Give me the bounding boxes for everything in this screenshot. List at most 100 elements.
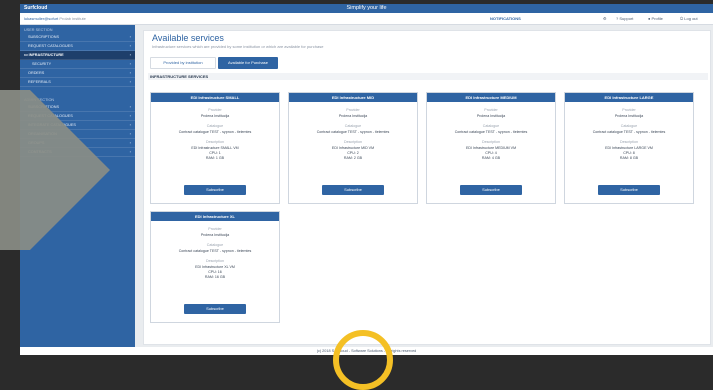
chevron-right-icon: › [129, 43, 131, 48]
subscribe-button[interactable]: Subscribe [598, 185, 660, 195]
chevron-right-icon: › [129, 122, 131, 127]
provider-value: Prolena Institucija [200, 233, 230, 237]
provider-label: Provider [208, 108, 222, 112]
support-label: Support [619, 16, 634, 21]
sidebar-item-label: REQUEST CATALOGUES [28, 44, 73, 48]
provider-value: Prolena Institucija [614, 114, 644, 118]
logout-label: Log out [684, 16, 698, 21]
tab-provided-by-institution[interactable]: Provided by institution [150, 57, 216, 69]
description-line: EDI Infrastructure SMALL VM [191, 146, 239, 150]
description-line: EDI Infrastructure MEDIUM VM [465, 146, 517, 150]
card-title: EDI Infrastructure MID [289, 93, 417, 102]
description-line: EDI Infrastructure XL VM [195, 265, 235, 269]
description-label: Description [206, 259, 224, 263]
subscribe-button[interactable]: Subscribe [184, 185, 246, 195]
subscribe-button[interactable]: Subscribe [460, 185, 522, 195]
description-line: CPU: 16 [208, 270, 222, 274]
sidebar-item-label: INFRASTRUCTURE [28, 53, 64, 57]
card-title: EDI Infrastructure MEDIUM [427, 93, 555, 102]
chevron-right-icon: › [129, 34, 131, 39]
highlight-circle [333, 330, 393, 390]
sidebar-item-request-catalogues[interactable]: REQUEST CATALOGUES › [20, 42, 135, 51]
catalogue-value: Contract catalogue TEST - sypnon - tiele… [178, 249, 252, 253]
chevron-right-icon: › [129, 79, 131, 84]
support-icon: ? [616, 16, 619, 21]
service-card: EDI Infrastructure MEDIUM Provider Prole… [426, 92, 556, 204]
chevron-right-icon: › [129, 61, 131, 66]
provider-label: Provider [346, 108, 360, 112]
description-line: CPU: 4 [485, 151, 497, 155]
sidebar-item-label: SUBSCRIPTIONS [28, 35, 60, 39]
profile-label: Profile [651, 16, 663, 21]
page-subtitle: Infrastructure services which are provid… [152, 44, 324, 49]
catalogue-label: Catalogue [206, 243, 224, 247]
catalogue-value: Contract catalogue TEST - sypnon - tiele… [592, 130, 666, 134]
sidebar-item-label: REFERRALS [28, 80, 51, 84]
description-label: Description [482, 140, 500, 144]
service-card: EDI Infrastructure SMALL Provider Prolen… [150, 92, 280, 204]
sidebar-item-infrastructure[interactable]: ▭ INFRASTRUCTURE › [20, 51, 135, 60]
card-title: EDI Infrastructure XL [151, 212, 279, 221]
main-panel: Available services Infrastructure servic… [143, 30, 711, 345]
description-line: RAM: 4 GB [481, 156, 501, 160]
description-line: RAM: 8 GB [619, 156, 639, 160]
chevron-right-icon: › [129, 104, 131, 109]
card-title: EDI Infrastructure LARGE [565, 93, 693, 102]
section-header: INFRASTRUCTURE SERVICES [148, 73, 708, 80]
description-label: Description [206, 140, 224, 144]
sidebar-item-label: ORDERS [28, 71, 45, 75]
tab-available-for-purchase[interactable]: Available for Purchase [218, 57, 278, 69]
provider-value: Prolena Institucija [476, 114, 506, 118]
catalogue-label: Catalogue [344, 124, 362, 128]
description-line: RAM: 16 GB [204, 275, 226, 279]
description-line: CPU: 8 [623, 151, 635, 155]
service-card: EDI Infrastructure LARGE Provider Prolen… [564, 92, 694, 204]
tagline: Simplify your life [346, 5, 387, 11]
provider-value: Prolena Institucija [338, 114, 368, 118]
service-card: EDI Infrastructure XL Provider Prolena I… [150, 211, 280, 323]
catalogue-value: Contract catalogue TEST - sypnon - tiele… [316, 130, 390, 134]
sidebar-item-security[interactable]: SECURITY › [20, 60, 135, 69]
description-line: RAM: 1 GB [205, 156, 225, 160]
profile-link[interactable]: ● Profile [648, 16, 663, 21]
chevron-right-icon: › [129, 52, 131, 57]
subscribe-button[interactable]: Subscribe [184, 304, 246, 314]
user-icon: ● [648, 16, 651, 21]
description-line: RAM: 2 GB [343, 156, 363, 160]
sidebar-item-orders[interactable]: ORDERS › [20, 69, 135, 78]
notifications-link[interactable]: NOTIFICATIONS [490, 16, 521, 21]
logout-icon: ⏻ [680, 16, 684, 21]
support-link[interactable]: ? Support [616, 16, 633, 21]
subscribe-button[interactable]: Subscribe [322, 185, 384, 195]
user-org: Prolab institute [59, 16, 86, 21]
chevron-right-icon: › [129, 70, 131, 75]
user-section-title: USER SECTION [24, 28, 53, 32]
provider-value: Prolena Institucija [200, 114, 230, 118]
description-line: CPU: 1 [209, 151, 221, 155]
service-card: EDI Infrastructure MID Provider Prolena … [288, 92, 418, 204]
chevron-right-icon: › [129, 131, 131, 136]
sidebar-item-referrals[interactable]: REFERRALS › [20, 78, 135, 87]
page-title: Available services [152, 33, 224, 43]
provider-label: Provider [208, 227, 222, 231]
provider-label: Provider [484, 108, 498, 112]
logout-link[interactable]: ⏻ Log out [680, 16, 698, 21]
chevron-right-icon: › [129, 149, 131, 154]
header: lukasmuller@sofurt Prolab institute NOTI… [20, 13, 713, 25]
server-icon: ▭ [24, 53, 28, 57]
card-title: EDI Infrastructure SMALL [151, 93, 279, 102]
settings-icon[interactable]: ⚙ [603, 16, 607, 21]
description-label: Description [620, 140, 638, 144]
catalogue-label: Catalogue [482, 124, 500, 128]
sidebar-item-subscriptions[interactable]: SUBSCRIPTIONS › [20, 33, 135, 42]
app-window: Surfcloud Simplify your life lukasmuller… [20, 4, 713, 355]
provider-label: Provider [622, 108, 636, 112]
description-label: Description [344, 140, 362, 144]
sidebar-item-label: SECURITY [32, 62, 52, 66]
chevron-overlay-shape [0, 90, 110, 250]
chevron-right-icon: › [129, 140, 131, 145]
user-info[interactable]: lukasmuller@sofurt Prolab institute [24, 16, 86, 21]
user-email: lukasmuller@sofurt [24, 16, 59, 21]
catalogue-value: Contract catalogue TEST - sypnon - tiele… [178, 130, 252, 134]
description-line: EDI Infrastructure MID VM [331, 146, 375, 150]
